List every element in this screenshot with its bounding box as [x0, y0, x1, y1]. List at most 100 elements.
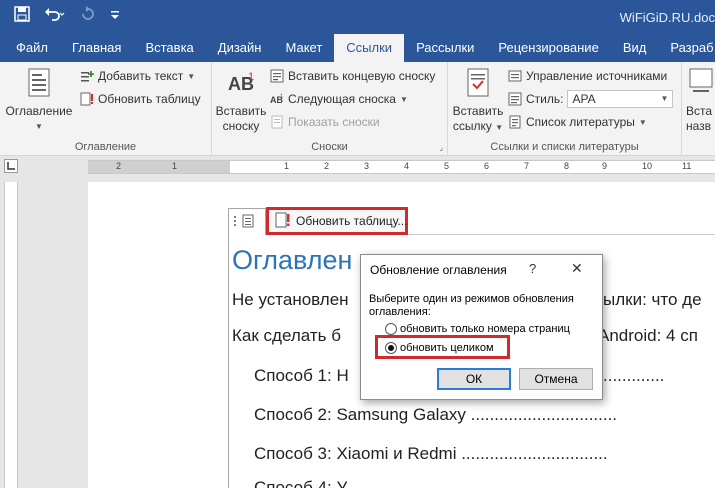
toc-icon: [4, 68, 74, 102]
captions-group: Вста назв: [682, 62, 715, 156]
ruler-label: 2: [116, 161, 122, 171]
style-value: APA: [572, 92, 596, 106]
chevron-down-icon: ▼: [638, 117, 647, 127]
option-page-numbers-only[interactable]: обновить только номера страниц: [385, 323, 570, 335]
tab-selector[interactable]: [4, 159, 18, 173]
ribbon: Оглавление ▼ Добавить текст ▼ Обновить т…: [0, 62, 715, 156]
add-text-button[interactable]: Добавить текст ▼: [80, 67, 195, 85]
insert-footnote-button[interactable]: AB 1 Вставить сноску: [212, 68, 270, 134]
add-text-icon: [80, 69, 94, 83]
manage-sources-button[interactable]: Управление источниками: [508, 67, 667, 85]
toc-entry-continued[interactable]: Android: 4 сп: [598, 326, 698, 346]
radio-page-numbers[interactable]: [385, 323, 397, 335]
toc-entry[interactable]: Способ 1: Н: [254, 366, 349, 386]
insert-endnote-label: Вставить концевую сноску: [288, 69, 436, 83]
ruler-label: 5: [444, 161, 450, 171]
ok-button[interactable]: ОК: [437, 368, 511, 390]
style-combo[interactable]: APA ▼: [567, 90, 674, 108]
toc-heading: Оглавлен: [232, 245, 353, 275]
tab-insert[interactable]: Вставка: [133, 34, 205, 62]
tab-file[interactable]: Файл: [0, 34, 60, 62]
endnote-icon: [270, 69, 284, 83]
document-title: WiFiGiD.RU.doc: [619, 10, 715, 25]
dialog-title: Обновление оглавления: [370, 263, 507, 277]
customize-qat-icon[interactable]: [110, 7, 120, 27]
ruler-label: 9: [602, 161, 608, 171]
update-table-icon: [80, 92, 94, 106]
toc-button-label: Оглавление: [5, 104, 73, 118]
cancel-button[interactable]: Отмена: [519, 368, 593, 390]
update-table-label: Обновить таблицу: [98, 92, 201, 106]
undo-icon[interactable]: [44, 6, 66, 28]
insert-citation-button[interactable]: Вставить ссылку ▼: [450, 68, 506, 135]
save-icon[interactable]: [14, 6, 30, 28]
show-notes-button[interactable]: Показать сноски: [270, 113, 380, 131]
ruler-label: 1: [172, 161, 178, 171]
dialog-launcher-icon[interactable]: ⌟: [439, 143, 443, 152]
update-table-button[interactable]: Обновить таблицу: [80, 90, 201, 108]
ruler-label: 10: [642, 161, 653, 171]
citations-group-label: Ссылки и списки литературы: [490, 141, 639, 153]
bibliography-icon: [508, 115, 522, 129]
add-text-label: Добавить текст: [98, 69, 184, 83]
insert-footnote-line1: Вставить: [215, 104, 267, 118]
tab-references[interactable]: Ссылки: [334, 34, 405, 62]
toc-entry-continued[interactable]: ылки: что де: [603, 290, 702, 310]
ruler-label: 4: [404, 161, 410, 171]
insert-endnote-button[interactable]: Вставить концевую сноску: [270, 67, 435, 85]
toc-entry[interactable]: Не установлен: [232, 290, 349, 310]
insert-footnote-line2: сноску: [222, 119, 260, 133]
dialog-prompt: Выберите один из режимов обновления огла…: [369, 293, 574, 318]
manage-sources-label: Управление источниками: [526, 69, 668, 83]
tab-home[interactable]: Главная: [60, 34, 133, 62]
update-table-control-label: Обновить таблицу...: [296, 214, 408, 228]
next-footnote-icon: AB 1: [270, 92, 284, 106]
toc-entry[interactable]: Способ 3: Xiaomi и Redmi ...............…: [254, 444, 608, 464]
insert-citation-line1: Вставить: [452, 104, 504, 118]
horizontal-ruler[interactable]: 2 1 1 2 3 4 5 6 7 8 9 10 11: [88, 160, 715, 174]
insert-caption-button[interactable]: Вста назв: [686, 68, 715, 134]
tab-design[interactable]: Дизайн: [206, 34, 274, 62]
chevron-down-icon: ▼: [187, 71, 196, 81]
svg-text:1: 1: [280, 94, 284, 100]
ruler-label: 8: [564, 161, 570, 171]
toc-group: Оглавление ▼ Добавить текст ▼ Обновить т…: [0, 62, 212, 156]
chevron-down-icon: ▼: [35, 122, 43, 131]
citations-group: Вставить ссылку ▼ Управление источниками…: [448, 62, 682, 156]
toc-group-label: Оглавление: [74, 141, 137, 153]
tab-developer[interactable]: Разраб: [658, 34, 715, 62]
tab-layout[interactable]: Макет: [273, 34, 334, 62]
option-page-numbers-label: обновить только номера страниц: [400, 323, 570, 335]
update-toc-dialog: Обновление оглавления ? ✕ Выберите один …: [360, 254, 603, 400]
toc-leader: .............: [603, 366, 665, 385]
toc-button[interactable]: Оглавление ▼: [4, 68, 74, 134]
next-footnote-label: Следующая сноска: [288, 92, 396, 106]
toc-control-handle[interactable]: [228, 208, 266, 235]
toc-entry[interactable]: Способ 4: У: [254, 478, 347, 488]
insert-caption-line2: назв: [686, 119, 712, 133]
tab-review[interactable]: Рецензирование: [486, 34, 610, 62]
update-table-control-button[interactable]: Обновить таблицу...: [266, 207, 408, 235]
vertical-ruler[interactable]: [4, 182, 18, 488]
title-bar: WiFiGiD.RU.doc: [0, 0, 715, 34]
tab-view[interactable]: Вид: [611, 34, 659, 62]
redo-icon[interactable]: [80, 6, 96, 28]
ribbon-tabs: Файл Главная Вставка Дизайн Макет Ссылки…: [0, 34, 715, 62]
bibliography-button[interactable]: Список литературы ▼: [508, 113, 647, 131]
toc-entry[interactable]: Как сделать б: [232, 326, 341, 346]
ruler-label: 1: [284, 161, 290, 171]
toc-menu-icon[interactable]: [241, 214, 255, 231]
toc-entry[interactable]: Способ 2: Samsung Galaxy ...............…: [254, 405, 617, 425]
drag-handle-icon[interactable]: [233, 215, 237, 230]
help-icon[interactable]: ?: [529, 261, 536, 276]
caption-icon: [688, 68, 715, 102]
citation-icon: [450, 68, 506, 102]
ruler-label: 7: [524, 161, 530, 171]
insert-citation-line2: ссылку ▼: [452, 119, 504, 133]
tab-mailings[interactable]: Рассылки: [404, 34, 486, 62]
footnote-icon: AB 1: [212, 68, 270, 102]
close-icon[interactable]: ✕: [571, 260, 583, 277]
show-notes-label: Показать сноски: [288, 115, 380, 129]
next-footnote-button[interactable]: AB 1 Следующая сноска ▼: [270, 90, 408, 108]
chevron-down-icon: ▼: [399, 94, 408, 104]
